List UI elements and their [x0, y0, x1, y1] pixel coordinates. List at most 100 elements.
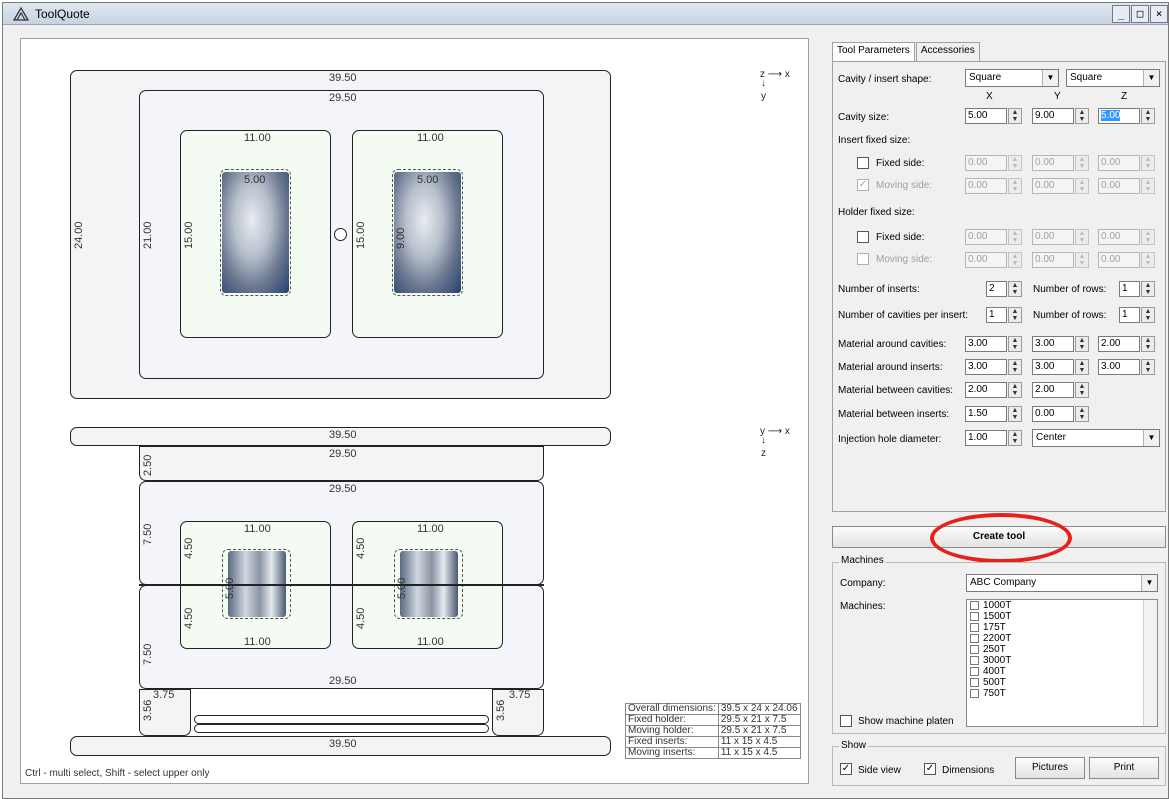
mat-between-cav-x-spinner[interactable]: ▲ ▼ — [1008, 382, 1022, 398]
mat-between-ins-x-spinner[interactable]: ▲ ▼ — [1008, 406, 1022, 422]
insert-fixed-x-spinner[interactable]: ▲ ▼ — [1008, 155, 1022, 171]
num-rows-spinner-b[interactable]: ▲ ▼ — [1141, 307, 1155, 323]
num-rows-field-a[interactable]: 1 — [1119, 281, 1140, 297]
cavity-size-z-spinner[interactable]: ▲ ▼ — [1141, 108, 1155, 124]
close-button[interactable]: × — [1150, 5, 1168, 23]
machine-checkbox[interactable] — [970, 689, 979, 698]
machines-scrollbar[interactable] — [1143, 600, 1157, 726]
mat-cavities-x-spinner[interactable]: ▲ ▼ — [1008, 336, 1022, 352]
holder-fixed-side-checkbox[interactable] — [857, 231, 869, 243]
cavity-size-y-field[interactable]: 9.00 — [1032, 108, 1074, 124]
insert-moving-z-spinner[interactable]: ▲ ▼ — [1141, 178, 1155, 194]
cavity-size-y-spinner[interactable]: ▲ ▼ — [1075, 108, 1089, 124]
machine-checkbox[interactable] — [970, 645, 979, 654]
insert-fixed-y-spinner[interactable]: ▲ ▼ — [1075, 155, 1089, 171]
num-inserts-spinner[interactable]: ▲ ▼ — [1008, 281, 1022, 297]
mat-inserts-y-field[interactable]: 3.00 — [1032, 359, 1074, 375]
machine-checkbox[interactable] — [970, 667, 979, 676]
cavity-size-x-spinner[interactable]: ▲ ▼ — [1008, 108, 1022, 124]
injection-hole-spinner[interactable]: ▲ ▼ — [1008, 430, 1022, 446]
mat-between-cav-y-field[interactable]: 2.00 — [1032, 382, 1074, 398]
dimensions-checkbox[interactable]: ✓ — [924, 763, 936, 775]
holder-fixed-y-spinner[interactable]: ▲ ▼ — [1075, 229, 1089, 245]
list-item[interactable]: 500T — [967, 677, 1157, 688]
holder-fixed-y-field[interactable]: 0.00 — [1032, 229, 1074, 245]
insert-moving-x-spinner[interactable]: ▲ ▼ — [1008, 178, 1022, 194]
insert-moving-y-field[interactable]: 0.00 — [1032, 178, 1074, 194]
mat-cavities-z-spinner[interactable]: ▲ ▼ — [1141, 336, 1155, 352]
machine-checkbox[interactable] — [970, 612, 979, 621]
insert-fixed-x-field[interactable]: 0.00 — [965, 155, 1007, 171]
holder-moving-y-spinner[interactable]: ▲ ▼ — [1075, 252, 1089, 268]
holder-moving-side-checkbox[interactable] — [857, 253, 869, 265]
holder-moving-y-field[interactable]: 0.00 — [1032, 252, 1074, 268]
mat-between-cav-y-spinner[interactable]: ▲ ▼ — [1075, 382, 1089, 398]
holder-fixed-z-spinner[interactable]: ▲ ▼ — [1141, 229, 1155, 245]
ejector-plate-upper[interactable] — [194, 715, 489, 724]
holder-moving-x-spinner[interactable]: ▲ ▼ — [1008, 252, 1022, 268]
list-item[interactable]: 1000T — [967, 600, 1157, 611]
mat-cavities-z-field[interactable]: 2.00 — [1098, 336, 1140, 352]
injection-hole[interactable] — [334, 228, 347, 241]
show-platen-checkbox[interactable] — [840, 715, 852, 727]
cavities-per-insert-field[interactable]: 1 — [986, 307, 1007, 323]
mat-between-ins-x-field[interactable]: 1.50 — [965, 406, 1007, 422]
mat-inserts-z-field[interactable]: 3.00 — [1098, 359, 1140, 375]
pictures-button[interactable]: Pictures — [1015, 757, 1085, 779]
side-view-checkbox[interactable]: ✓ — [840, 763, 852, 775]
insert-moving-z-field[interactable]: 0.00 — [1098, 178, 1140, 194]
company-select[interactable]: ABC Company ▼ — [966, 574, 1158, 592]
list-item[interactable]: 3000T — [967, 655, 1157, 666]
mat-cavities-y-spinner[interactable]: ▲ ▼ — [1075, 336, 1089, 352]
mat-inserts-z-spinner[interactable]: ▲ ▼ — [1141, 359, 1155, 375]
insert-moving-x-field[interactable]: 0.00 — [965, 178, 1007, 194]
insert-fixed-y-field[interactable]: 0.00 — [1032, 155, 1074, 171]
insert-fixed-z-field[interactable]: 0.00 — [1098, 155, 1140, 171]
ejector-plate-lower[interactable] — [194, 724, 489, 733]
mat-cavities-x-field[interactable]: 3.00 — [965, 336, 1007, 352]
machine-checkbox[interactable] — [970, 623, 979, 632]
insert-moving-side-checkbox[interactable]: ✓ — [857, 179, 869, 191]
injection-hole-field[interactable]: 1.00 — [965, 430, 1007, 446]
mat-inserts-x-spinner[interactable]: ▲ ▼ — [1008, 359, 1022, 375]
num-rows-spinner-a[interactable]: ▲ ▼ — [1141, 281, 1155, 297]
list-item[interactable]: 750T — [967, 688, 1157, 699]
holder-fixed-x-spinner[interactable]: ▲ ▼ — [1008, 229, 1022, 245]
mat-between-cav-x-field[interactable]: 2.00 — [965, 382, 1007, 398]
insert-moving-y-spinner[interactable]: ▲ ▼ — [1075, 178, 1089, 194]
mat-inserts-y-spinner[interactable]: ▲ ▼ — [1075, 359, 1089, 375]
cavity-shape-select[interactable]: Square ▼ — [965, 69, 1059, 87]
maximize-button[interactable]: □ — [1131, 5, 1149, 23]
mat-inserts-x-field[interactable]: 3.00 — [965, 359, 1007, 375]
tab-accessories[interactable]: Accessories — [915, 42, 980, 62]
machines-list[interactable]: 1000T 1500T 175T 2200T 250T 3000T 400T 5… — [966, 599, 1158, 727]
mat-between-ins-y-spinner[interactable]: ▲ ▼ — [1075, 406, 1089, 422]
holder-fixed-x-field[interactable]: 0.00 — [965, 229, 1007, 245]
list-item[interactable]: 175T — [967, 622, 1157, 633]
holder-moving-z-spinner[interactable]: ▲ ▼ — [1141, 252, 1155, 268]
list-item[interactable]: 400T — [967, 666, 1157, 677]
insert-fixed-side-checkbox[interactable] — [857, 157, 869, 169]
tab-tool-parameters[interactable]: Tool Parameters — [832, 42, 915, 62]
insert-shape-select[interactable]: Square ▼ — [1066, 69, 1160, 87]
machine-checkbox[interactable] — [970, 634, 979, 643]
drawing-canvas[interactable]: 39.50 24.00 29.50 21.00 11.00 15.00 5.00… — [20, 38, 809, 784]
injection-position-select[interactable]: Center ▼ — [1032, 429, 1160, 447]
print-button[interactable]: Print — [1089, 757, 1159, 779]
mat-between-ins-y-field[interactable]: 0.00 — [1032, 406, 1074, 422]
list-item[interactable]: 1500T — [967, 611, 1157, 622]
holder-moving-z-field[interactable]: 0.00 — [1098, 252, 1140, 268]
cavity-size-z-field[interactable]: 5.00 — [1098, 108, 1140, 124]
minimize-button[interactable]: _ — [1112, 5, 1130, 23]
cavity-size-x-field[interactable]: 5.00 — [965, 108, 1007, 124]
insert-fixed-z-spinner[interactable]: ▲ ▼ — [1141, 155, 1155, 171]
machine-checkbox[interactable] — [970, 601, 979, 610]
num-inserts-field[interactable]: 2 — [986, 281, 1007, 297]
machine-checkbox[interactable] — [970, 678, 979, 687]
machine-checkbox[interactable] — [970, 656, 979, 665]
list-item[interactable]: 2200T — [967, 633, 1157, 644]
holder-fixed-z-field[interactable]: 0.00 — [1098, 229, 1140, 245]
num-rows-field-b[interactable]: 1 — [1119, 307, 1140, 323]
holder-moving-x-field[interactable]: 0.00 — [965, 252, 1007, 268]
mat-cavities-y-field[interactable]: 3.00 — [1032, 336, 1074, 352]
